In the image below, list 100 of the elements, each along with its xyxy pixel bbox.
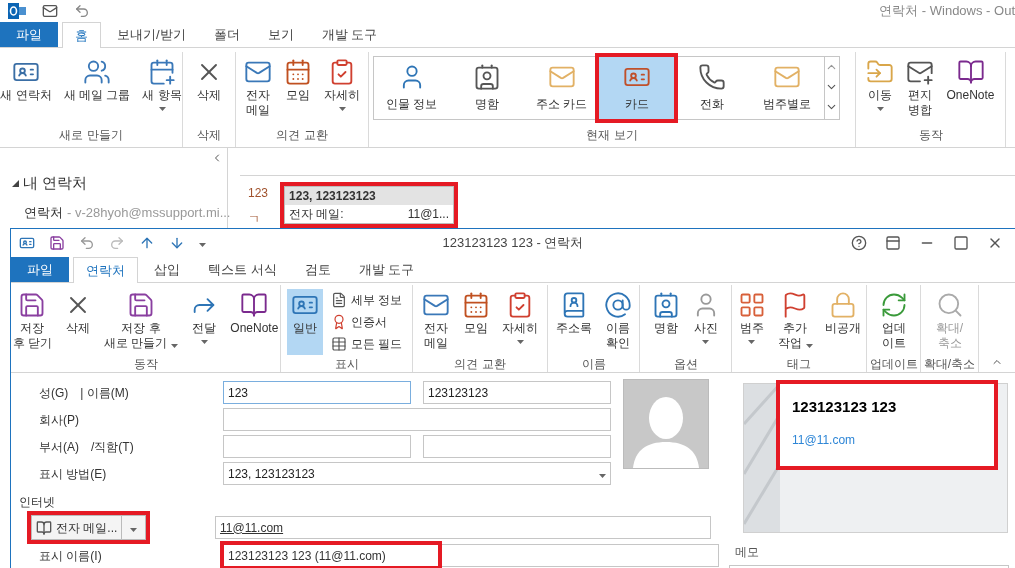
expand-arrow-icon[interactable] <box>12 179 19 187</box>
ribbon-button[interactable]: 사진 <box>687 289 724 355</box>
ribbon-tab[interactable]: 개발 도구 <box>309 22 390 47</box>
ribbon-button[interactable]: 업데 이트 <box>875 289 912 355</box>
people-icon <box>83 58 111 86</box>
ribbon-tab[interactable]: 개발 도구 <box>346 257 427 282</box>
caret-icon <box>158 107 166 111</box>
ribbon-tab[interactable]: 보내기/받기 <box>105 22 198 47</box>
notebook-icon <box>956 58 985 86</box>
text-field[interactable] <box>423 435 611 458</box>
ribbon-tab[interactable]: 연락처 <box>73 257 138 283</box>
ribbon-button[interactable]: 새 연락처 <box>0 56 56 122</box>
field-label: 부서(A) <box>39 438 79 456</box>
ribbon-tab[interactable]: 삽입 <box>142 257 192 282</box>
caret-icon <box>599 473 606 478</box>
ribbon-button[interactable]: 전자 메일 <box>240 56 276 122</box>
field-label: | 이름(M) <box>80 384 129 402</box>
ribbon-button[interactable]: 새 항목 <box>138 56 186 122</box>
group-label: 새로 만들기 <box>58 127 124 144</box>
caret-icon <box>199 243 206 247</box>
text-field[interactable] <box>223 435 411 458</box>
ribbon-button[interactable]: 모든 필드 <box>326 333 407 355</box>
maximize-icon[interactable] <box>953 235 969 251</box>
caret-icon <box>130 527 138 532</box>
group-label: 표시 <box>333 356 360 373</box>
folder-label[interactable]: 내 연락처 <box>23 172 88 195</box>
envelope-icon[interactable] <box>42 3 58 19</box>
ribbon-button[interactable]: 이름 확인 <box>599 289 636 355</box>
window-title: 연락처 - Windows - Out <box>879 2 1015 21</box>
undo-icon[interactable] <box>74 3 90 19</box>
ribbon-button[interactable]: 전달 <box>186 289 223 355</box>
ribbon-button[interactable]: 전자 메일 <box>418 289 454 355</box>
group-label: 업데이트 <box>868 356 919 373</box>
card-title: 123, 123123123 <box>285 187 454 205</box>
group-label: 현재 보기 <box>585 127 639 144</box>
save-icon[interactable] <box>49 235 65 251</box>
arrow-down-icon[interactable] <box>169 235 185 251</box>
view-option[interactable]: 주소 카드 <box>524 57 599 119</box>
notes-label: 메모 <box>735 544 760 561</box>
ribbon-button[interactable]: 명함 <box>647 289 684 355</box>
ribbon-tab[interactable]: 검토 <box>292 257 343 282</box>
view-option[interactable]: 범주별로 <box>749 57 824 119</box>
index-letter[interactable]: 123 <box>248 184 269 202</box>
field-label: 성(G) <box>39 384 69 402</box>
ribbon-button[interactable]: 인증서 <box>326 311 407 333</box>
details-icon <box>330 292 347 308</box>
ribbon-tab[interactable]: 보기 <box>255 22 306 47</box>
ribbon-button[interactable]: 추가 작업 <box>773 289 817 355</box>
file-tab[interactable]: 파일 <box>11 257 69 282</box>
text-field[interactable]: 123 <box>223 381 411 404</box>
ribbon-tab[interactable]: 홈 <box>62 22 101 48</box>
caret-icon <box>516 340 524 344</box>
undo-icon[interactable] <box>79 235 95 251</box>
text-field[interactable] <box>223 408 611 431</box>
calendar-icon <box>462 291 490 319</box>
business-card[interactable]: 123123123 123 11@11.com <box>743 383 1008 533</box>
text-field[interactable]: 123123123 <box>423 381 611 404</box>
table-icon <box>330 336 347 352</box>
ribbon-button[interactable]: 이동 <box>862 56 899 122</box>
ribbon-button[interactable]: 모임 <box>458 289 494 355</box>
ribbon-button[interactable]: 새 메일 그룹 <box>59 56 135 122</box>
card-stripe-icon <box>744 384 780 532</box>
group-label: 삭제 <box>196 127 222 144</box>
ribbon-button[interactable]: 삭제 <box>60 289 96 355</box>
ribbon-button[interactable]: 주소록 <box>551 289 596 355</box>
dropdown-field[interactable]: 123, 123123123 <box>223 462 611 485</box>
field-label: 전자 메일: <box>289 206 344 223</box>
group-label: 옵션 <box>672 356 699 373</box>
caret-icon <box>748 340 755 344</box>
ribbon-button[interactable]: 저장 후 닫기 <box>11 289 56 355</box>
ribbon-tab[interactable]: 폴더 <box>201 22 252 47</box>
caret-icon <box>171 343 179 348</box>
email-field[interactable]: 11@11.com <box>215 516 711 539</box>
ribbon-button[interactable]: 자세히 <box>320 56 364 122</box>
ribbon-button[interactable]: 편지 병합 <box>902 56 939 122</box>
view-option[interactable]: 명함 <box>449 57 524 119</box>
view-option[interactable]: 전화 <box>674 57 749 119</box>
ribbon-display-icon[interactable] <box>885 235 901 251</box>
group-label: 동작 <box>917 127 944 144</box>
ribbon-button[interactable]: 모임 <box>280 56 316 122</box>
ribbon-button[interactable]: 세부 정보 <box>326 289 407 311</box>
ribbon-button[interactable]: 자세히 <box>498 289 542 355</box>
group-label: 의견 교환 <box>275 127 329 144</box>
ribbon-button[interactable]: 비공개 <box>820 289 865 355</box>
ribbon-button[interactable]: 일반 <box>286 289 323 355</box>
ribbon-button[interactable]: OneNote <box>942 56 999 122</box>
ribbon-tab[interactable]: 텍스트 서식 <box>196 257 289 282</box>
ribbon-button[interactable]: 삭제 <box>191 56 227 122</box>
address-book-icon <box>36 519 52 536</box>
caret-icon <box>805 343 813 348</box>
ribbon-button[interactable]: 범주 <box>733 289 770 355</box>
field-value: 11@1... <box>407 206 450 223</box>
view-option[interactable]: 인물 정보 <box>374 57 449 119</box>
calendar-icon <box>284 58 312 86</box>
file-tab[interactable]: 파일 <box>0 22 58 47</box>
help-icon[interactable] <box>851 235 867 251</box>
index-letter[interactable]: ㄱ <box>248 210 269 228</box>
section-label: 인터넷 <box>19 494 56 511</box>
ribbon-button[interactable]: OneNote <box>226 289 283 355</box>
ribbon-button[interactable]: 저장 후 새로 만들기 <box>100 289 183 355</box>
